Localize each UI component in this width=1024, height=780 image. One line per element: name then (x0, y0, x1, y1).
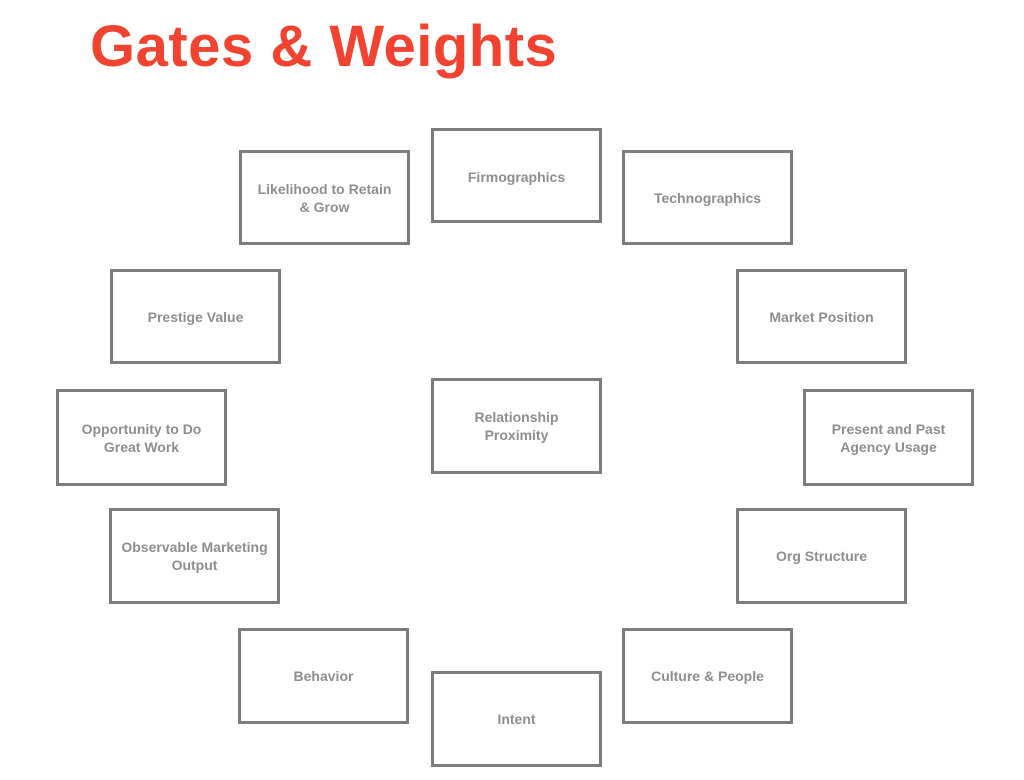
node-label: Culture & People (651, 668, 764, 684)
node-firmographics: Firmographics (431, 128, 602, 223)
node-opportunity-great-work: Opportunity to Do Great Work (56, 389, 227, 486)
node-label: Present and Past Agency Usage (831, 420, 946, 455)
node-label: Org Structure (775, 548, 867, 564)
page-title: Gates & Weights (90, 14, 558, 79)
node-technographics: Technographics (622, 150, 793, 245)
node-culture-people: Culture & People (622, 628, 793, 724)
node-label: Market Position (769, 308, 874, 325)
node-label: Opportunity to Do Great Work (81, 420, 202, 455)
node-behavior: Behavior (238, 628, 409, 724)
node-intent: Intent (431, 671, 602, 767)
node-agency-usage: Present and Past Agency Usage (803, 389, 974, 486)
node-label: Firmographics (467, 169, 566, 185)
node-prestige-value: Prestige Value (110, 269, 281, 364)
node-likelihood-retain-grow: Likelihood to Retain & Grow (239, 150, 410, 245)
node-label: Intent (497, 711, 536, 727)
node-label: Likelihood to Retain & Grow (257, 180, 392, 215)
node-org-structure: Org Structure (736, 508, 907, 604)
node-market-position: Market Position (736, 269, 907, 364)
node-label: Relationship Proximity (474, 409, 559, 443)
node-label: Prestige Value (147, 308, 244, 325)
node-label: Observable Marketing Output (121, 539, 268, 573)
node-label: Technographics (653, 189, 762, 206)
node-observable-marketing-output: Observable Marketing Output (109, 508, 280, 604)
node-relationship-proximity: Relationship Proximity (431, 378, 602, 474)
node-label: Behavior (293, 668, 354, 684)
